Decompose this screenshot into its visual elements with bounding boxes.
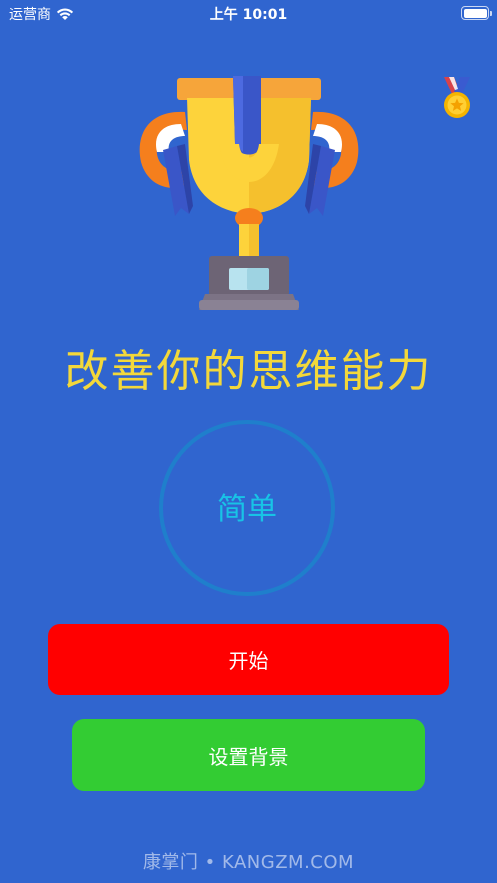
status-bar: 运营商 上午 10:01 [0, 0, 497, 26]
watermark: 康掌门 • KANGZM.COM [142, 852, 355, 873]
difficulty-label: 简单 [217, 492, 277, 527]
status-time: 上午 10:01 [209, 7, 288, 23]
start-button-label: 开始 [228, 649, 269, 673]
set-background-button-label: 设置背景 [208, 744, 289, 769]
medal-icon[interactable] [440, 76, 474, 120]
start-button[interactable]: 开始 [48, 624, 449, 695]
set-background-button[interactable]: 设置背景 [72, 719, 425, 791]
page-title: 改善你的思维能力 [64, 346, 433, 397]
trophy-icon [133, 74, 365, 314]
battery-icon [461, 6, 492, 20]
difficulty-selector[interactable]: 简单 [159, 420, 335, 596]
